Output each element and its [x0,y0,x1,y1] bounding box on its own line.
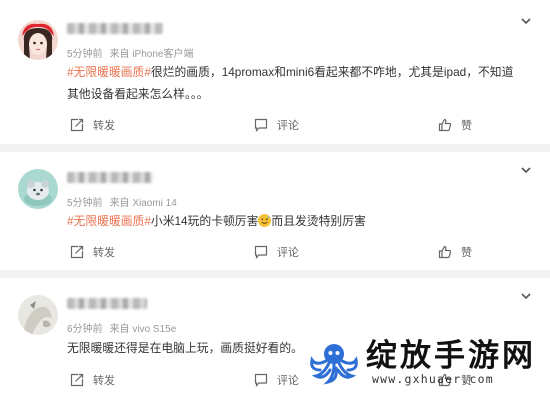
chevron-down-icon[interactable] [520,290,532,302]
comment-body: 无限暖暖还得是在电脑上玩，画质挺好看的。 [67,341,303,355]
repost-label: 转发 [93,375,115,387]
watermark-title: 绽放手游网 [366,338,536,373]
site-watermark: 绽放手游网 www.gxhuaer.com [300,328,550,396]
comment-meta: 6分钟前 来自 vivo S15e [67,320,176,335]
repost-label: 转发 [93,247,115,259]
comment-button[interactable]: 评论 [254,115,299,135]
comment-button[interactable]: 评论 [254,242,299,262]
like-label: 赞 [461,120,472,132]
hashtag-link[interactable]: #无限暖暖画质# [67,214,151,228]
comment-icon [254,373,268,387]
comment-icon [254,245,268,259]
username-blurred[interactable] [67,172,153,183]
hashtag-link[interactable]: #无限暖暖画质# [67,65,151,79]
repost-button[interactable]: 转发 [70,242,115,262]
action-bar: 转发 评论 赞 [0,115,550,135]
thumbs-up-icon [438,245,452,259]
comment-card: 5分钟前 来自 Xiaomi 14 #无限暖暖画质#小米14玩的卡顿厉害 而且发烫特… [0,152,550,270]
comment-body: 小米14玩的卡顿厉害 [150,214,259,228]
user-avatar[interactable] [18,20,58,60]
comment-meta: 5分钟前 来自 iPhone客户端 [67,45,193,60]
action-bar: 转发 评论 赞 [0,242,550,262]
repost-label: 转发 [93,120,115,132]
username-blurred[interactable] [67,23,163,34]
user-avatar[interactable] [18,295,58,335]
repost-icon [70,373,84,387]
source-client: 来自 Xiaomi 14 [109,198,177,209]
source-client: 来自 iPhone客户端 [109,49,194,60]
like-label: 赞 [461,247,472,259]
repost-button[interactable]: 转发 [70,370,115,390]
repost-icon [70,118,84,132]
comment-text: #无限暖暖画质#小米14玩的卡顿厉害 而且发烫特别厉害 [67,210,517,232]
timestamp: 5分钟前 [67,198,103,209]
comment-card: 5分钟前 来自 iPhone客户端 #无限暖暖画质#很烂的画质，14promax和… [0,0,550,144]
comment-icon [254,118,268,132]
comment-label: 评论 [277,120,299,132]
like-button[interactable]: 赞 [438,242,472,262]
username-blurred[interactable] [67,298,147,309]
comment-body-cont: 而且发烫特别厉害 [271,214,366,228]
thumbs-up-icon [438,118,452,132]
watermark-url: www.gxhuaer.com [372,372,494,386]
timestamp: 5分钟前 [67,49,103,60]
chevron-down-icon[interactable] [520,15,532,27]
repost-icon [70,245,84,259]
comment-text: #无限暖暖画质#很烂的画质，14promax和mini6看起来都不咋地，尤其是i… [67,61,517,105]
comment-button[interactable]: 评论 [254,370,299,390]
repost-button[interactable]: 转发 [70,115,115,135]
source-client: 来自 vivo S15e [109,324,177,335]
like-button[interactable]: 赞 [438,115,472,135]
comment-meta: 5分钟前 来自 Xiaomi 14 [67,194,177,209]
user-avatar[interactable] [18,169,58,209]
timestamp: 6分钟前 [67,324,103,335]
comment-label: 评论 [277,375,299,387]
octopus-logo-icon [304,332,364,392]
sweat-smile-emoji-icon [258,214,272,227]
comment-label: 评论 [277,247,299,259]
chevron-down-icon[interactable] [520,164,532,176]
